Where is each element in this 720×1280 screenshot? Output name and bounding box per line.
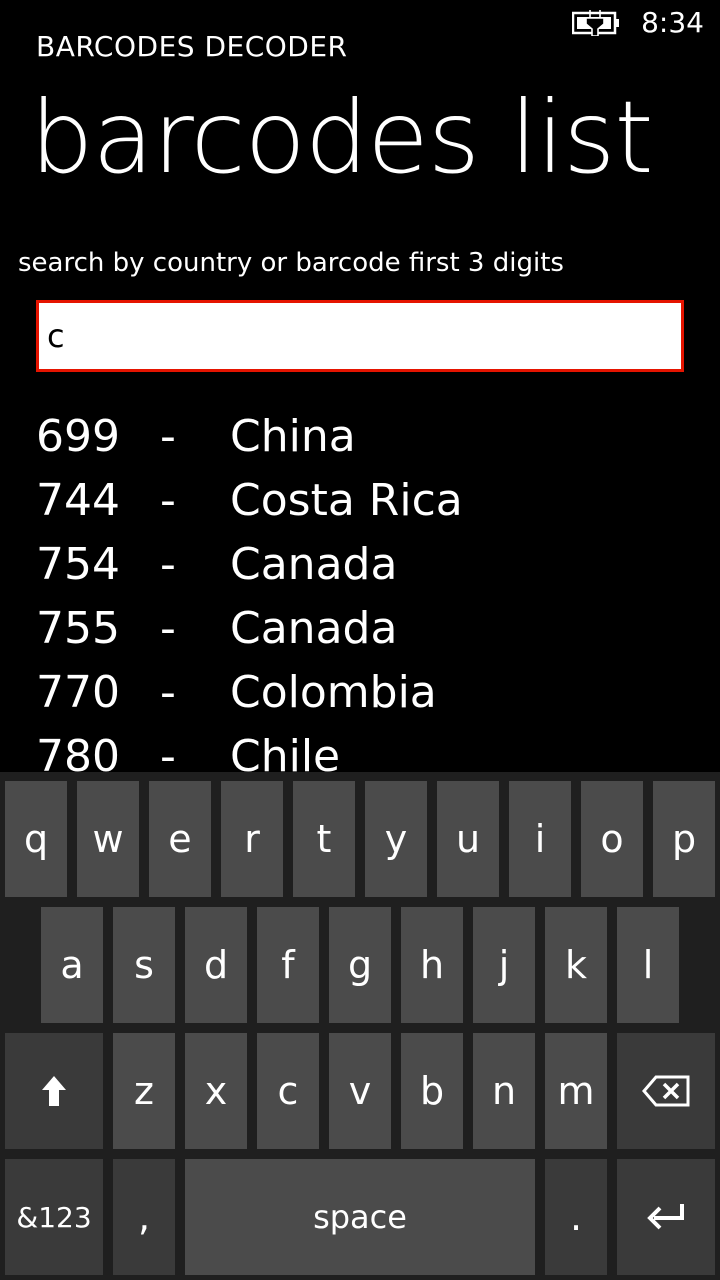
comma-key[interactable]: , xyxy=(113,1159,175,1275)
key-g[interactable]: g xyxy=(329,907,391,1023)
key-x[interactable]: x xyxy=(185,1033,247,1149)
barcode-prefix: 755 xyxy=(36,603,120,654)
symbols-key[interactable]: &123 xyxy=(5,1159,103,1275)
shift-key[interactable] xyxy=(5,1033,103,1149)
space-key[interactable]: space xyxy=(185,1159,535,1275)
results-list[interactable]: 699- China 744- Costa Rica 754- Canada 755- Can… xyxy=(0,405,720,773)
key-z[interactable]: z xyxy=(113,1033,175,1149)
enter-icon xyxy=(647,1204,684,1230)
key-v[interactable]: v xyxy=(329,1033,391,1149)
country-name: Colombia xyxy=(230,667,437,718)
barcode-prefix: 744 xyxy=(36,475,120,526)
search-input[interactable] xyxy=(39,303,681,369)
backspace-key[interactable] xyxy=(617,1033,715,1149)
battery-charging-icon xyxy=(572,10,619,36)
app-name: BARCODES DECODER xyxy=(36,30,348,63)
key-q[interactable]: q xyxy=(5,781,67,897)
country-name: Costa Rica xyxy=(230,475,463,526)
separator: - xyxy=(160,603,176,654)
country-name: Canada xyxy=(230,603,398,654)
barcode-prefix: 754 xyxy=(36,539,120,590)
separator: - xyxy=(160,475,176,526)
key-s[interactable]: s xyxy=(113,907,175,1023)
key-k[interactable]: k xyxy=(545,907,607,1023)
list-item[interactable]: 754- Canada xyxy=(0,533,720,597)
enter-key[interactable] xyxy=(617,1159,715,1275)
on-screen-keyboard: q w e r t y u i o p a s d f g h j k l z x c v b n m &123, space. xyxy=(0,772,720,1280)
list-item[interactable]: 699- China xyxy=(0,405,720,469)
key-u[interactable]: u xyxy=(437,781,499,897)
separator: - xyxy=(160,667,176,718)
separator: - xyxy=(160,539,176,590)
search-label: search by country or barcode first 3 dig… xyxy=(18,248,564,278)
key-l[interactable]: l xyxy=(617,907,679,1023)
key-e[interactable]: e xyxy=(149,781,211,897)
key-i[interactable]: i xyxy=(509,781,571,897)
country-name: Chile xyxy=(230,731,341,773)
list-item[interactable]: 744- Costa Rica xyxy=(0,469,720,533)
key-a[interactable]: a xyxy=(41,907,103,1023)
list-item[interactable]: 755- Canada xyxy=(0,597,720,661)
country-name: Canada xyxy=(230,539,398,590)
key-j[interactable]: j xyxy=(473,907,535,1023)
shift-arrow-icon xyxy=(42,1076,66,1106)
list-item[interactable]: 780- Chile xyxy=(0,725,720,773)
key-h[interactable]: h xyxy=(401,907,463,1023)
separator: - xyxy=(160,411,176,462)
key-n[interactable]: n xyxy=(473,1033,535,1149)
barcode-prefix: 780 xyxy=(36,731,120,773)
key-y[interactable]: y xyxy=(365,781,427,897)
barcode-prefix: 770 xyxy=(36,667,120,718)
page-title: barcodes list xyxy=(30,79,654,196)
list-item[interactable]: 770- Colombia xyxy=(0,661,720,725)
key-o[interactable]: o xyxy=(581,781,643,897)
key-t[interactable]: t xyxy=(293,781,355,897)
key-d[interactable]: d xyxy=(185,907,247,1023)
country-name: China xyxy=(230,411,356,462)
clock: 8:34 xyxy=(641,6,704,39)
separator: - xyxy=(160,731,176,773)
barcode-prefix: 699 xyxy=(36,411,120,462)
key-b[interactable]: b xyxy=(401,1033,463,1149)
key-r[interactable]: r xyxy=(221,781,283,897)
period-key[interactable]: . xyxy=(545,1159,607,1275)
backspace-icon xyxy=(642,1075,690,1107)
key-c[interactable]: c xyxy=(257,1033,319,1149)
key-m[interactable]: m xyxy=(545,1033,607,1149)
key-f[interactable]: f xyxy=(257,907,319,1023)
key-p[interactable]: p xyxy=(653,781,715,897)
search-field[interactable] xyxy=(36,300,684,372)
key-w[interactable]: w xyxy=(77,781,139,897)
